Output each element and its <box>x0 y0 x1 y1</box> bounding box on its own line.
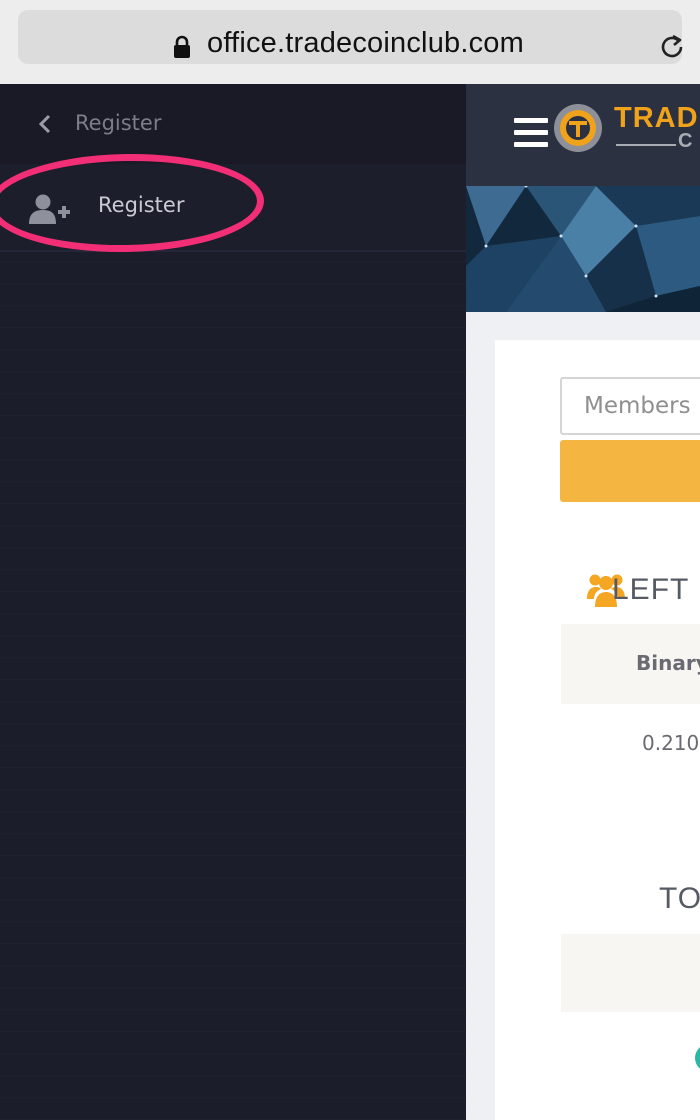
sidebar-menu: Register Register <box>0 84 466 1120</box>
total-heading: TOT <box>659 882 700 915</box>
chevron-left-icon[interactable] <box>36 113 54 135</box>
header-banner-image <box>466 186 700 312</box>
url-text[interactable]: office.tradecoinclub.com <box>207 27 524 60</box>
top-navbar: TRADE C <box>466 84 700 186</box>
reload-icon[interactable] <box>656 31 688 63</box>
members-input-placeholder: Members L <box>584 393 700 419</box>
address-bar[interactable]: office.tradecoinclub.com <box>18 10 683 64</box>
lock-icon <box>174 35 190 58</box>
sidebar-header[interactable]: Register <box>0 84 466 164</box>
hamburger-menu-icon[interactable] <box>514 118 548 148</box>
sidebar-header-title: Register <box>75 111 162 135</box>
logo-divider <box>616 144 676 146</box>
browser-toolbar: office.tradecoinclub.com <box>0 0 700 84</box>
logo-subtext: C <box>678 130 693 152</box>
logo-coin-icon <box>554 104 602 152</box>
members-search-input[interactable]: Members L <box>560 377 700 435</box>
left-team-heading: LEFT <box>612 573 690 606</box>
binary-column-header: Binary <box>636 651 700 675</box>
binary-value: 0.210 <box>642 731 700 755</box>
total-table-header <box>561 934 700 1012</box>
search-button[interactable] <box>560 440 700 502</box>
binary-table-header: Binary <box>561 624 700 704</box>
main-page: TRADE C Members L LEFT Binary 0 <box>466 84 700 1120</box>
